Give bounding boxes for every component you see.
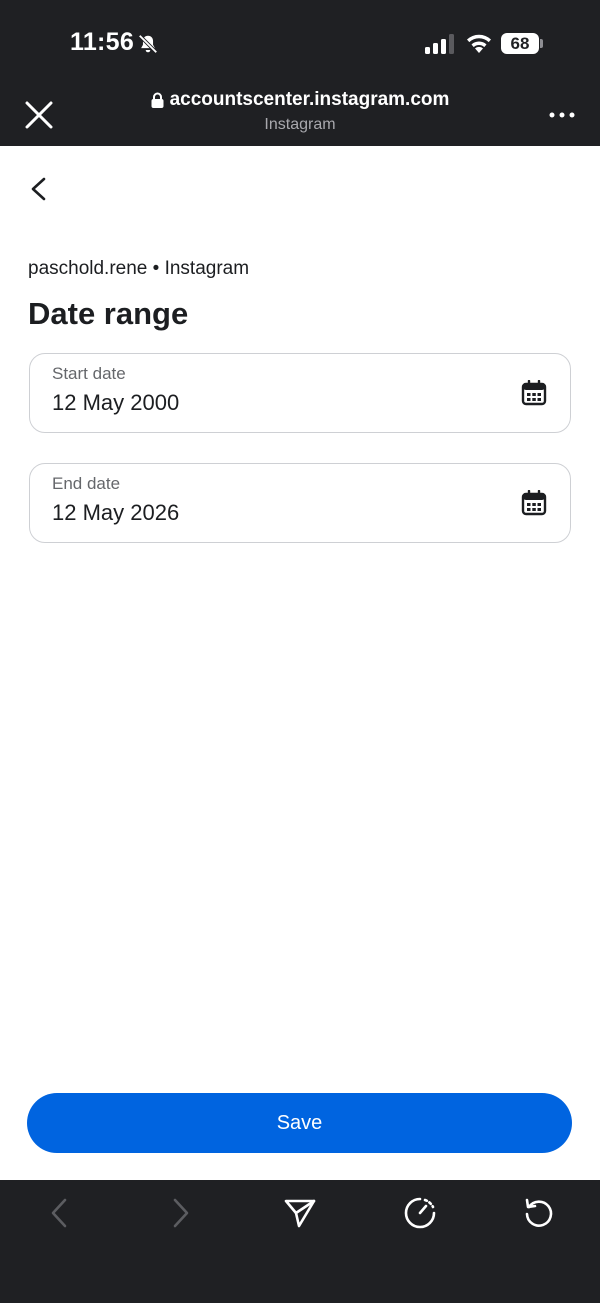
save-button[interactable]: Save — [27, 1093, 572, 1153]
page-title: Date range — [28, 296, 189, 331]
browser-header: accountscenter.instagram.com Instagram — [0, 88, 600, 146]
browser-toolbar — [0, 1180, 600, 1303]
status-bar: 11:56 68 — [0, 0, 600, 88]
battery-icon: 68 — [501, 33, 539, 54]
start-date-label: Start date — [52, 364, 126, 383]
url-line: accountscenter.instagram.com — [151, 88, 450, 112]
url-bar[interactable]: accountscenter.instagram.com Instagram — [100, 88, 500, 137]
chevron-left-icon[interactable] — [26, 174, 52, 204]
calendar-icon[interactable] — [521, 490, 547, 516]
url-subtitle: Instagram — [264, 116, 336, 133]
url-text: accountscenter.instagram.com — [169, 89, 450, 110]
close-icon[interactable] — [20, 96, 58, 134]
battery-tip — [540, 39, 543, 48]
bell-muted-icon — [138, 34, 158, 54]
end-date-field[interactable]: End date 12 May 2026 — [29, 463, 571, 543]
calendar-icon[interactable] — [521, 380, 547, 406]
chevron-left-icon[interactable] — [43, 1196, 77, 1230]
status-time: 11:56 — [70, 28, 135, 56]
more-icon[interactable] — [548, 108, 576, 122]
reload-icon[interactable] — [522, 1196, 556, 1230]
chevron-right-icon[interactable] — [163, 1196, 197, 1230]
page-content: paschold.rene • Instagram Date range Sta… — [0, 146, 600, 1180]
account-line: paschold.rene • Instagram — [28, 258, 250, 279]
start-date-value: 12 May 2000 — [52, 390, 180, 415]
speedometer-icon[interactable] — [403, 1196, 437, 1230]
start-date-field[interactable]: Start date 12 May 2000 — [29, 353, 571, 433]
end-date-label: End date — [52, 474, 121, 493]
lock-icon — [151, 92, 164, 108]
wifi-icon — [467, 34, 491, 53]
signal-icon — [425, 34, 454, 54]
share-icon[interactable] — [283, 1196, 317, 1230]
end-date-value: 12 May 2026 — [52, 500, 180, 525]
